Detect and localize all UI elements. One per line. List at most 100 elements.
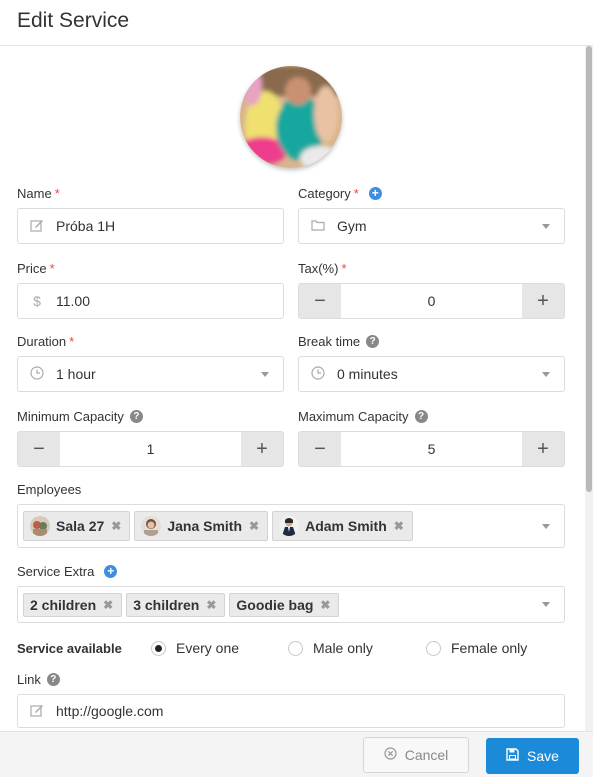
avatar (141, 516, 162, 536)
max-capacity-stepper[interactable]: − 5 + (298, 431, 565, 467)
remove-icon[interactable]: ✖ (320, 598, 330, 612)
max-capacity-label-text: Maximum Capacity (298, 409, 409, 424)
tax-stepper[interactable]: − 0 + (298, 283, 565, 319)
name-input[interactable]: Próba 1H (17, 208, 284, 244)
min-capacity-increment-button[interactable]: + (241, 432, 283, 466)
price-label-text: Price (17, 261, 47, 276)
employee-tag-label: Sala 27 (56, 518, 105, 534)
edit-icon (18, 218, 56, 235)
service-image[interactable] (240, 66, 342, 168)
service-extra-label: Service Extra + (17, 564, 118, 579)
break-time-label: Break time? (298, 334, 380, 349)
scrollbar-thumb[interactable] (586, 46, 592, 492)
break-time-label-text: Break time (298, 334, 361, 349)
tax-increment-button[interactable]: + (522, 284, 564, 318)
extra-tag: 2 children ✖ (23, 592, 123, 617)
add-extra-icon[interactable]: + (104, 565, 118, 578)
price-value: 11.00 (56, 293, 90, 309)
help-icon[interactable]: ? (129, 410, 143, 423)
cancel-icon (384, 747, 397, 763)
duration-label-text: Duration (17, 334, 67, 349)
tax-label: Tax(%) * (298, 261, 347, 276)
radio-female-only[interactable]: Female only (426, 640, 527, 656)
save-button[interactable]: Save (486, 738, 579, 774)
remove-icon[interactable]: ✖ (111, 519, 121, 533)
clock-icon (299, 365, 337, 383)
duration-label: Duration * (17, 334, 74, 349)
duration-value: 1 hour (56, 366, 96, 382)
required-marker: * (49, 261, 55, 276)
help-icon[interactable]: ? (46, 673, 60, 686)
employees-label: Employees (17, 482, 81, 497)
employee-tag: Adam Smith ✖ (272, 511, 413, 541)
tax-decrement-button[interactable]: − (299, 284, 341, 318)
radio-male-only[interactable]: Male only (288, 640, 373, 656)
link-label: Link? (17, 672, 60, 687)
min-capacity-stepper[interactable]: − 1 + (17, 431, 284, 467)
radio-button-checked[interactable] (151, 640, 166, 656)
service-extra-label-text: Service Extra (17, 564, 95, 579)
page-title: Edit Service (17, 9, 130, 32)
remove-icon[interactable]: ✖ (206, 598, 216, 612)
remove-icon[interactable]: ✖ (394, 519, 404, 533)
edit-icon (18, 703, 56, 720)
employees-select[interactable]: Sala 27 ✖ Jana Smith ✖ Adam Smith ✖ (17, 504, 565, 548)
remove-icon[interactable]: ✖ (103, 598, 113, 612)
extra-tag: Goodie bag ✖ (229, 592, 340, 617)
chevron-down-icon (542, 602, 550, 607)
avatar (279, 516, 300, 536)
add-category-icon[interactable]: + (368, 187, 382, 200)
max-capacity-label: Maximum Capacity? (298, 409, 428, 424)
break-time-select[interactable]: 0 minutes (298, 356, 565, 392)
dollar-icon: $ (33, 293, 41, 309)
chevron-down-icon (542, 371, 550, 377)
radio-label: Every one (176, 640, 240, 656)
max-capacity-increment-button[interactable]: + (522, 432, 564, 466)
employees-label-text: Employees (17, 482, 82, 497)
extra-tag-label: 3 children (133, 596, 200, 613)
max-capacity-value[interactable]: 5 (341, 432, 522, 466)
min-capacity-value[interactable]: 1 (60, 432, 241, 466)
cancel-button[interactable]: Cancel (363, 737, 469, 773)
employee-tag: Sala 27 ✖ (23, 511, 131, 541)
category-select[interactable]: Gym (298, 208, 565, 244)
category-label-text: Category (298, 186, 351, 201)
tax-value[interactable]: 0 (341, 284, 522, 318)
help-icon[interactable]: ? (366, 335, 380, 348)
remove-icon[interactable]: ✖ (249, 519, 259, 533)
max-capacity-decrement-button[interactable]: − (299, 432, 341, 466)
required-marker: * (54, 186, 60, 201)
price-label: Price * (17, 261, 55, 276)
folder-icon (299, 218, 337, 234)
dialog-header: Edit Service (0, 0, 593, 46)
radio-label: Female only (451, 640, 528, 656)
employee-tag-label: Jana Smith (167, 518, 243, 534)
min-capacity-label-text: Minimum Capacity (17, 409, 124, 424)
tax-label-text: Tax(%) (298, 261, 339, 276)
link-value: http://google.com (56, 703, 164, 719)
clock-icon (18, 365, 56, 383)
required-marker: * (353, 186, 359, 201)
extra-tag-label: Goodie bag (236, 596, 314, 613)
price-input[interactable]: $ 11.00 (17, 283, 284, 319)
radio-every-one[interactable]: Every one (151, 640, 239, 656)
min-capacity-decrement-button[interactable]: − (18, 432, 60, 466)
cancel-label: Cancel (404, 747, 449, 763)
service-available-label: Service available (17, 640, 122, 656)
category-value: Gym (337, 218, 367, 234)
name-label: Name * (17, 186, 60, 201)
duration-select[interactable]: 1 hour (17, 356, 284, 392)
link-input[interactable]: http://google.com (17, 694, 565, 728)
service-extra-select[interactable]: 2 children ✖ 3 children ✖ Goodie bag ✖ (17, 586, 565, 623)
name-value: Próba 1H (56, 218, 116, 234)
extra-tag-label: 2 children (30, 596, 97, 613)
employee-tag-label: Adam Smith (305, 518, 387, 534)
radio-button[interactable] (426, 640, 441, 656)
radio-button[interactable] (288, 640, 303, 656)
chevron-down-icon (542, 523, 550, 529)
radio-label: Male only (313, 640, 373, 656)
chevron-down-icon (261, 371, 269, 377)
employee-tag: Jana Smith ✖ (134, 511, 269, 541)
extra-tag: 3 children ✖ (126, 592, 226, 617)
help-icon[interactable]: ? (414, 410, 428, 423)
